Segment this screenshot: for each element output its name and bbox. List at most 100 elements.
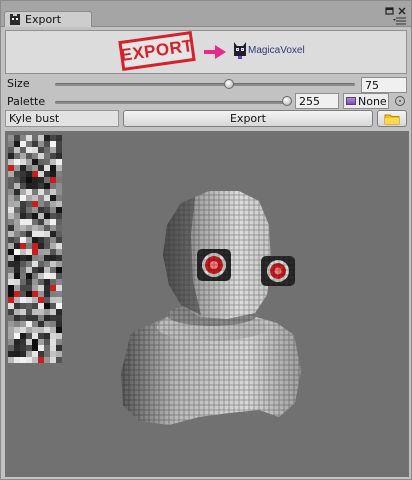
- palette-asset-field[interactable]: None: [343, 93, 389, 109]
- size-slider-thumb[interactable]: [224, 79, 234, 89]
- tab-export[interactable]: Export: [4, 11, 92, 27]
- palette-swatch: [20, 159, 26, 165]
- palette-swatch: [20, 351, 26, 357]
- palette-swatch: [38, 201, 44, 207]
- palette-slider-thumb[interactable]: [282, 96, 292, 106]
- palette-swatch: [26, 267, 32, 273]
- menu-icon[interactable]: [393, 16, 407, 25]
- palette-swatch: [26, 327, 32, 333]
- palette-swatch: [50, 297, 56, 303]
- palette-swatch: [56, 177, 62, 183]
- palette-swatch: [26, 321, 32, 327]
- palette-swatch: [14, 225, 20, 231]
- close-icon[interactable]: [397, 7, 407, 15]
- palette-swatch: [14, 159, 20, 165]
- export-window: Export EXPORT MagicaVoxel Size 75 Palett…: [0, 0, 412, 480]
- palette-swatch: [44, 279, 50, 285]
- palette-swatch: [8, 165, 14, 171]
- palette-swatch: [26, 315, 32, 321]
- size-slider-track[interactable]: [55, 83, 355, 86]
- palette-swatch: [14, 135, 20, 141]
- palette-swatch: [32, 333, 38, 339]
- palette-swatch: [8, 159, 14, 165]
- palette-swatch: [56, 243, 62, 249]
- palette-swatch: [20, 195, 26, 201]
- palette-swatch: [56, 315, 62, 321]
- palette-swatch: [44, 339, 50, 345]
- palette-swatch: [32, 357, 38, 363]
- palette-swatch: [20, 135, 26, 141]
- palette-swatch: [20, 207, 26, 213]
- palette-swatch: [32, 249, 38, 255]
- palette-swatch: [32, 135, 38, 141]
- palette-slider-track[interactable]: [55, 101, 291, 104]
- export-banner: EXPORT MagicaVoxel: [5, 30, 407, 74]
- palette-swatch: [44, 345, 50, 351]
- palette-swatch: [38, 183, 44, 189]
- palette-swatch: [38, 255, 44, 261]
- palette-swatch: [50, 171, 56, 177]
- palette-swatch: [20, 255, 26, 261]
- export-name-field[interactable]: Kyle bust: [5, 110, 119, 127]
- palette-swatch: [14, 189, 20, 195]
- palette-swatch: [44, 255, 50, 261]
- palette-swatch: [56, 189, 62, 195]
- palette-swatch: [26, 285, 32, 291]
- palette-swatch: [50, 159, 56, 165]
- open-folder-button[interactable]: [377, 110, 407, 127]
- maximize-icon[interactable]: [385, 7, 395, 15]
- palette-swatch: [44, 321, 50, 327]
- palette-swatch: [20, 243, 26, 249]
- palette-swatch: [14, 261, 20, 267]
- palette-swatch: [38, 273, 44, 279]
- palette-swatch: [32, 243, 38, 249]
- palette-swatch: [32, 213, 38, 219]
- palette-swatch: [38, 159, 44, 165]
- palette-swatch: [8, 309, 14, 315]
- palette-swatch: [32, 339, 38, 345]
- size-value-field[interactable]: 75: [361, 77, 407, 93]
- palette-swatch: [38, 321, 44, 327]
- palette-swatch: [38, 147, 44, 153]
- palette-swatch: [26, 261, 32, 267]
- palette-swatch: [32, 273, 38, 279]
- palette-swatch: [8, 147, 14, 153]
- palette-swatch: [44, 267, 50, 273]
- palette-swatch: [32, 321, 38, 327]
- palette-swatch: [38, 135, 44, 141]
- palette-swatch: [26, 171, 32, 177]
- palette-swatch: [56, 273, 62, 279]
- palette-swatch: [44, 189, 50, 195]
- palette-swatch: [8, 207, 14, 213]
- palette-swatch: [26, 309, 32, 315]
- palette-swatch: [44, 153, 50, 159]
- palette-swatch: [44, 165, 50, 171]
- palette-swatch: [14, 351, 20, 357]
- object-picker-icon[interactable]: [395, 96, 405, 106]
- palette-swatch: [38, 285, 44, 291]
- palette-swatch: [50, 237, 56, 243]
- palette-swatch: [32, 285, 38, 291]
- export-button[interactable]: Export: [123, 110, 373, 127]
- palette-swatch: [26, 189, 32, 195]
- palette-swatch: [44, 285, 50, 291]
- palette-swatch: [20, 297, 26, 303]
- palette-swatch: [44, 309, 50, 315]
- palette-swatch: [26, 351, 32, 357]
- palette-swatch: [56, 357, 62, 363]
- palette-swatch: [56, 165, 62, 171]
- palette-swatch: [14, 327, 20, 333]
- palette-swatch: [56, 159, 62, 165]
- palette-swatch: [8, 141, 14, 147]
- palette-swatch: [44, 171, 50, 177]
- palette-swatch: [44, 141, 50, 147]
- palette-swatch: [26, 279, 32, 285]
- palette-swatch: [38, 327, 44, 333]
- palette-swatch: [44, 327, 50, 333]
- palette-swatch: [44, 303, 50, 309]
- palette-swatch: [56, 285, 62, 291]
- palette-swatch: [14, 333, 20, 339]
- palette-swatch: [44, 249, 50, 255]
- palette-swatch: [38, 297, 44, 303]
- palette-value-field[interactable]: 255: [295, 93, 339, 109]
